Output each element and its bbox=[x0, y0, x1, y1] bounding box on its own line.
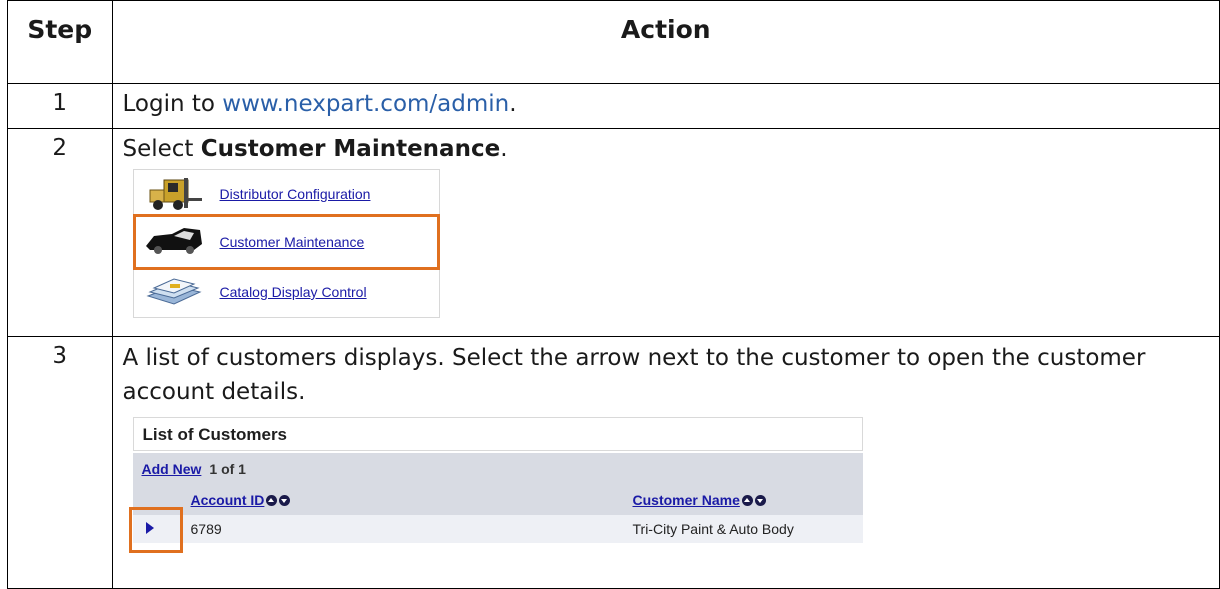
customer-list-screenshot: List of Customers Add New 1 of 1 Account … bbox=[128, 417, 865, 553]
catalog-icon bbox=[145, 278, 202, 305]
sort-down-icon[interactable] bbox=[279, 495, 291, 506]
table-row: 6789 Tri-City Paint & Auto Body bbox=[132, 515, 863, 543]
menu-item-label[interactable]: Distributor Configuration bbox=[220, 186, 371, 202]
forklift-icon bbox=[149, 178, 202, 210]
account-id-cell: 6789 bbox=[190, 521, 222, 537]
step-number: 1 bbox=[7, 83, 113, 129]
action-text-end: . bbox=[509, 91, 517, 117]
step-column-header: Step bbox=[7, 0, 113, 84]
action-text: A list of customers displays. Select the… bbox=[122, 345, 1146, 405]
action-cell: Select Customer Maintenance. Distributor… bbox=[111, 128, 1220, 337]
add-new-link[interactable]: Add New bbox=[142, 461, 202, 477]
sort-up-icon[interactable] bbox=[266, 495, 278, 506]
highlight-box bbox=[132, 214, 440, 270]
menu-option-name: Customer Maintenance bbox=[200, 136, 501, 162]
list-toolbar: Add New 1 of 1 bbox=[132, 453, 863, 485]
action-column-header: Action bbox=[111, 0, 1220, 84]
step-row-1: 1 Login to www.nexpart.com/admin. bbox=[7, 83, 1220, 129]
sort-down-icon[interactable] bbox=[754, 495, 766, 506]
sort-up-icon[interactable] bbox=[741, 495, 753, 506]
step-row-3: 3 A list of customers displays. Select t… bbox=[7, 336, 1220, 589]
page-count: 1 of 1 bbox=[209, 461, 246, 477]
action-text: Login to bbox=[122, 91, 223, 117]
action-cell: A list of customers displays. Select the… bbox=[111, 336, 1220, 589]
menu-item-distributor-configuration[interactable]: Distributor Configuration bbox=[134, 172, 437, 216]
column-label[interactable]: Account ID bbox=[191, 492, 265, 508]
procedure-table: Step Action 1 Login to www.nexpart.com/a… bbox=[7, 0, 1220, 589]
column-label[interactable]: Customer Name bbox=[633, 492, 740, 508]
list-title: List of Customers bbox=[132, 417, 863, 451]
column-customer-name[interactable]: Customer Name bbox=[633, 492, 766, 508]
menu-item-label[interactable]: Catalog Display Control bbox=[220, 284, 367, 300]
step-number: 2 bbox=[7, 128, 113, 337]
header-row: Step Action bbox=[7, 0, 1220, 84]
action-cell: Login to www.nexpart.com/admin. bbox=[111, 83, 1220, 129]
customer-name-cell: Tri-City Paint & Auto Body bbox=[632, 521, 794, 537]
highlight-box bbox=[128, 507, 183, 553]
action-text-end: . bbox=[500, 136, 508, 162]
admin-url-link[interactable]: www.nexpart.com/admin bbox=[222, 91, 509, 117]
admin-menu-screenshot: Distributor Configuration Customer Maint… bbox=[132, 169, 440, 318]
step-number: 3 bbox=[7, 336, 113, 589]
step-row-2: 2 Select Customer Maintenance. Distribut… bbox=[7, 128, 1220, 337]
list-header-row: Account ID Customer Name bbox=[132, 485, 863, 515]
action-text: Select bbox=[122, 136, 201, 162]
column-account-id[interactable]: Account ID bbox=[191, 492, 291, 508]
menu-item-catalog-display-control[interactable]: Catalog Display Control bbox=[134, 270, 437, 314]
